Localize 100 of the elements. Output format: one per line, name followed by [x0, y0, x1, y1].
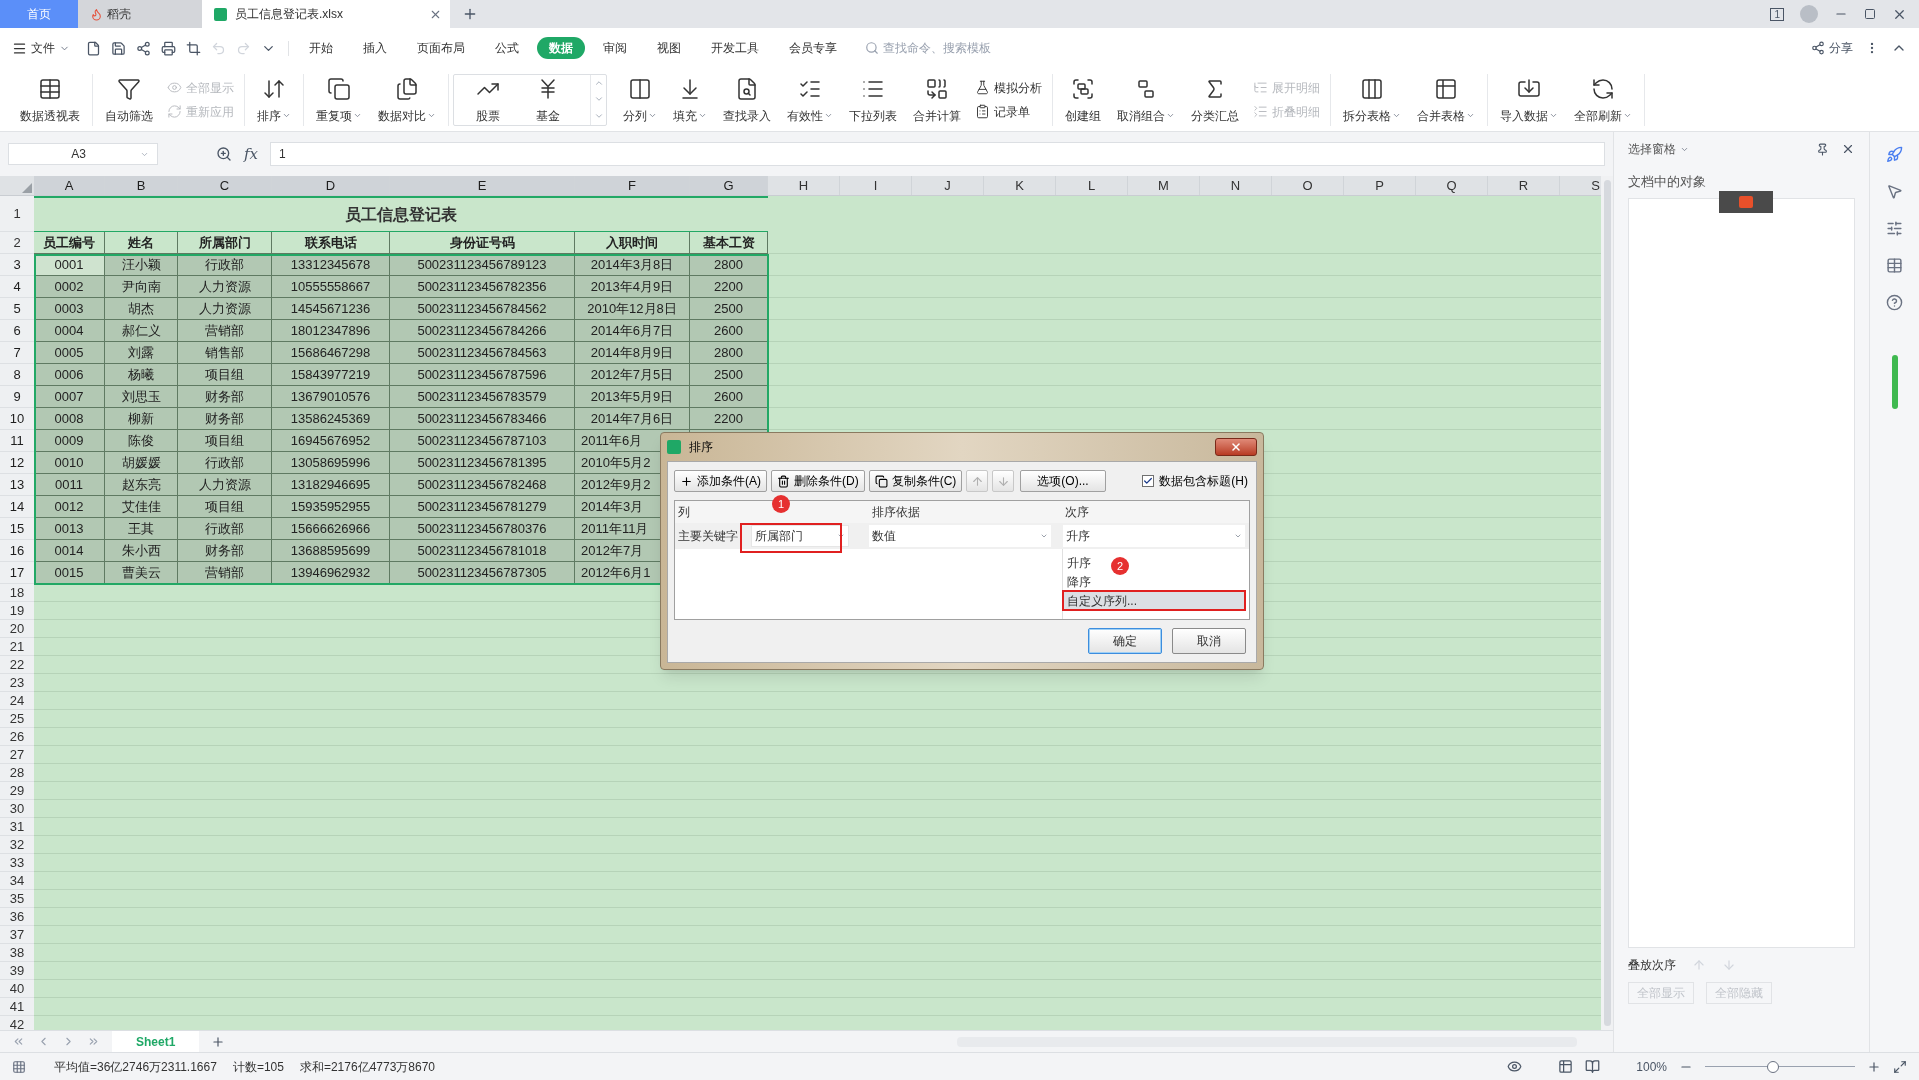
- row-number[interactable]: 4: [0, 276, 34, 298]
- row-number[interactable]: 13: [0, 474, 34, 496]
- ribbon-tab[interactable]: 视图: [645, 37, 693, 59]
- pane-title[interactable]: 选择窗格: [1628, 140, 1676, 158]
- zoom-in-icon[interactable]: [1867, 1059, 1881, 1074]
- ribbon-button[interactable]: 基金: [530, 74, 566, 125]
- ribbon-tab[interactable]: 页面布局: [405, 37, 477, 59]
- ribbon-button[interactable]: 创建组: [1059, 74, 1107, 125]
- close-button[interactable]: [1215, 438, 1257, 456]
- ribbon-button[interactable]: 有效性: [781, 74, 839, 125]
- restore-icon[interactable]: [1864, 8, 1876, 20]
- share-icon[interactable]: [136, 40, 151, 56]
- dropdown-option[interactable]: 升序: [1063, 553, 1095, 572]
- ime-toolbar[interactable]: [1719, 190, 1773, 213]
- ribbon-button[interactable]: 记录单: [971, 100, 1046, 123]
- share-button[interactable]: 分享: [1811, 39, 1853, 57]
- ribbon-button[interactable]: 数据透视表: [14, 74, 86, 125]
- normal-view-icon[interactable]: [1558, 1059, 1574, 1074]
- row-number[interactable]: 29: [0, 782, 34, 800]
- column-letter[interactable]: N: [1200, 176, 1272, 195]
- window-count-badge[interactable]: 1: [1770, 7, 1784, 21]
- row-number[interactable]: 28: [0, 764, 34, 782]
- column-letter[interactable]: H: [768, 176, 840, 195]
- file-tab[interactable]: 员工信息登记表.xlsx: [202, 0, 450, 28]
- row-number[interactable]: 1: [0, 196, 34, 232]
- column-letter[interactable]: B: [105, 176, 178, 195]
- row-number[interactable]: 26: [0, 728, 34, 746]
- row-number[interactable]: 25: [0, 710, 34, 728]
- ribbon-button[interactable]: 分列: [617, 74, 663, 125]
- row-number[interactable]: 6: [0, 320, 34, 342]
- row-number[interactable]: 41: [0, 998, 34, 1016]
- row-number[interactable]: 19: [0, 602, 34, 620]
- ribbon-button[interactable]: 模拟分析: [971, 76, 1046, 99]
- pointer-icon[interactable]: [1886, 183, 1903, 200]
- row-number[interactable]: 42: [0, 1016, 34, 1030]
- row-number[interactable]: 15: [0, 518, 34, 540]
- row-number[interactable]: 31: [0, 818, 34, 836]
- row-number[interactable]: 30: [0, 800, 34, 818]
- ribbon-button[interactable]: 拆分表格: [1337, 74, 1407, 125]
- ok-button[interactable]: 确定: [1088, 628, 1162, 654]
- column-letter[interactable]: I: [840, 176, 912, 195]
- ribbon-tab[interactable]: 插入: [351, 37, 399, 59]
- toolbar-button[interactable]: 删除条件(D): [771, 470, 865, 492]
- row-number[interactable]: 3: [0, 254, 34, 276]
- column-letter[interactable]: G: [690, 176, 768, 195]
- row-number[interactable]: 14: [0, 496, 34, 518]
- zoom-slider-thumb[interactable]: [1766, 1060, 1779, 1073]
- ribbon-tab[interactable]: 公式: [483, 37, 531, 59]
- add-sheet-icon[interactable]: [211, 1034, 226, 1049]
- row-number[interactable]: 20: [0, 620, 34, 638]
- column-letter[interactable]: A: [34, 176, 105, 195]
- ribbon-tab[interactable]: 审阅: [591, 37, 639, 59]
- ribbon-tab[interactable]: 会员专享: [777, 37, 849, 59]
- file-menu[interactable]: 文件: [12, 39, 70, 57]
- close-icon[interactable]: [1841, 142, 1855, 156]
- ribbon-button[interactable]: 股票: [470, 74, 506, 125]
- sliders-icon[interactable]: [1886, 220, 1903, 237]
- row-number[interactable]: 40: [0, 980, 34, 998]
- toolbar-button[interactable]: 复制条件(C): [868, 470, 963, 492]
- ribbon-button[interactable]: 数据对比: [372, 74, 442, 125]
- options-button[interactable]: 选项(O)...: [1020, 470, 1106, 492]
- new-file-icon[interactable]: [86, 40, 101, 56]
- row-number[interactable]: 8: [0, 364, 34, 386]
- row-number[interactable]: 9: [0, 386, 34, 408]
- toolbar-button[interactable]: 添加条件(A): [674, 470, 767, 492]
- row-number[interactable]: 37: [0, 926, 34, 944]
- first-sheet-icon[interactable]: [12, 1035, 25, 1048]
- save-icon[interactable]: [111, 40, 126, 56]
- ribbon-button[interactable]: 下拉列表: [843, 74, 903, 125]
- docer-tab[interactable]: 稻壳: [78, 0, 202, 28]
- ribbon-button[interactable]: 重复项: [310, 74, 368, 125]
- ribbon-button[interactable]: 排序: [251, 74, 297, 125]
- dropdown-option[interactable]: 降序: [1063, 572, 1095, 591]
- cancel-button[interactable]: 取消: [1172, 628, 1246, 654]
- order-select[interactable]: 升序: [1063, 525, 1245, 547]
- row-number[interactable]: 10: [0, 408, 34, 430]
- fullscreen-icon[interactable]: [1893, 1059, 1907, 1074]
- column-letter[interactable]: M: [1128, 176, 1200, 195]
- column-letter[interactable]: C: [178, 176, 272, 195]
- page-view-icon[interactable]: [1585, 1059, 1601, 1074]
- column-letter[interactable]: P: [1344, 176, 1416, 195]
- row-number[interactable]: 7: [0, 342, 34, 364]
- row-number[interactable]: 17: [0, 562, 34, 584]
- ribbon-tab[interactable]: 开始: [297, 37, 345, 59]
- checkbox[interactable]: [1142, 475, 1155, 487]
- rocket-icon[interactable]: [1886, 146, 1903, 163]
- row-number[interactable]: 33: [0, 854, 34, 872]
- row-number[interactable]: 38: [0, 944, 34, 962]
- ribbon-tab[interactable]: 开发工具: [699, 37, 771, 59]
- column-letter[interactable]: O: [1272, 176, 1344, 195]
- row-number[interactable]: 35: [0, 890, 34, 908]
- row-number[interactable]: 39: [0, 962, 34, 980]
- column-letter[interactable]: K: [984, 176, 1056, 195]
- row-number[interactable]: 32: [0, 836, 34, 854]
- ribbon-button[interactable]: 导入数据: [1494, 74, 1564, 125]
- print-icon[interactable]: [161, 40, 176, 56]
- row-number[interactable]: 11: [0, 430, 34, 452]
- ribbon-button[interactable]: 自动筛选: [99, 74, 159, 125]
- header-checkbox[interactable]: 数据包含标题(H): [1142, 472, 1248, 490]
- row-number[interactable]: 34: [0, 872, 34, 890]
